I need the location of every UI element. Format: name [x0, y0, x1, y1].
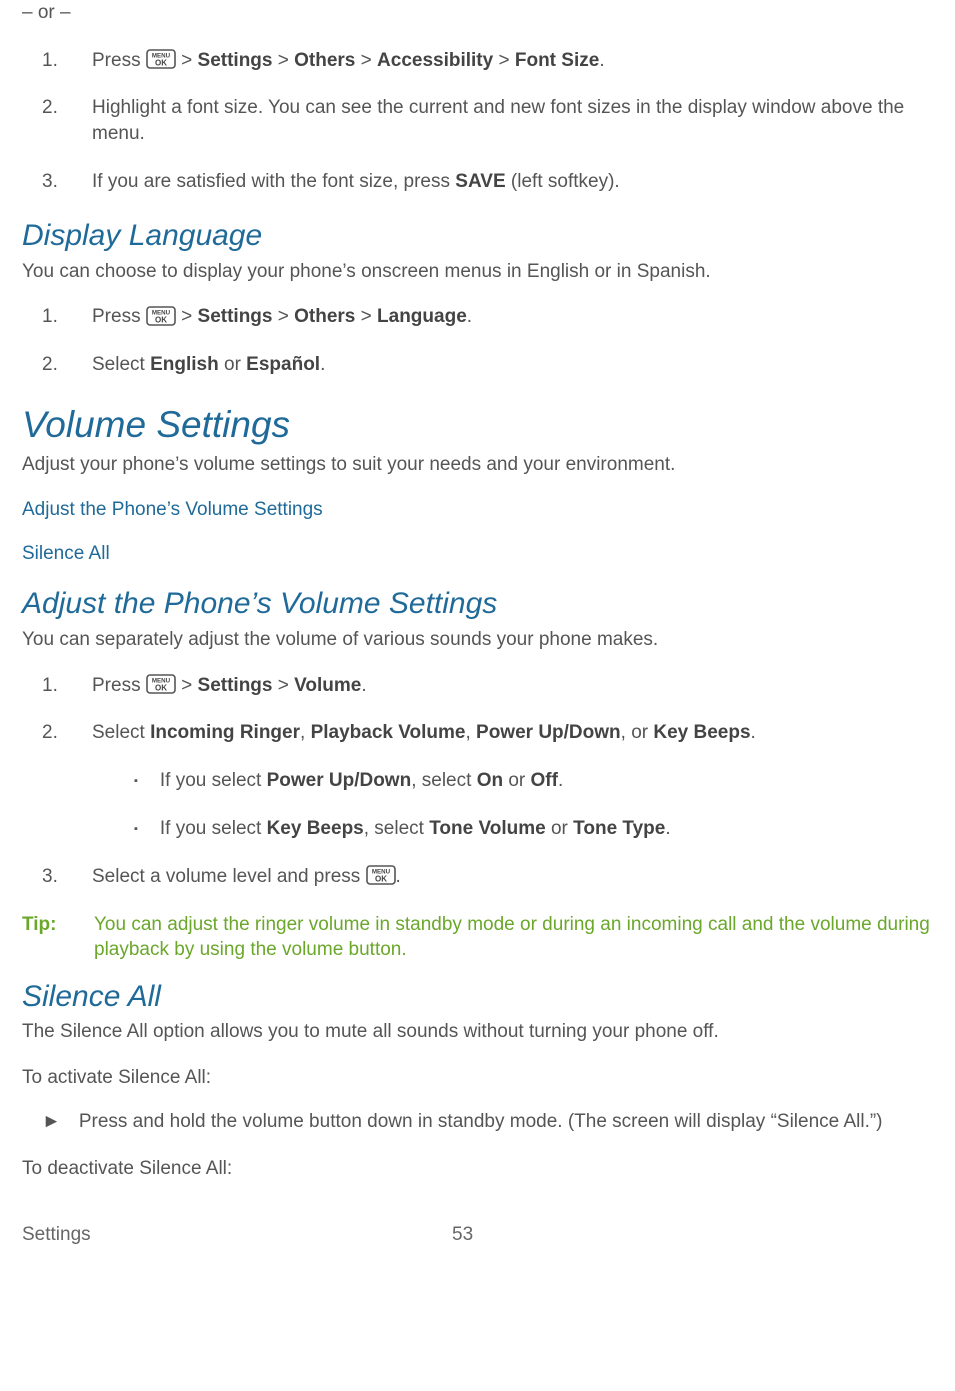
display-language-intro: You can choose to display your phone’s o… — [22, 259, 933, 285]
heading-silence-all: Silence All — [22, 977, 933, 1018]
page-footer: Settings 53 — [22, 1222, 933, 1248]
link-silence-all[interactable]: Silence All — [22, 541, 933, 567]
step-1: 1. Press > Settings > Others > Language. — [42, 304, 933, 330]
bullet-icon: ▪ — [134, 816, 138, 842]
adjust-volume-steps: 1. Press > Settings > Volume. 2. Select … — [42, 673, 933, 890]
step-text: Select English or Español. — [92, 352, 933, 378]
heading-display-language: Display Language — [22, 216, 933, 257]
tip-callout: Tip: You can adjust the ringer volume in… — [22, 912, 933, 963]
font-size-steps: 1. Press > Settings > Others > Accessibi… — [42, 48, 933, 195]
step-2: 2. Select Incoming Ringer, Playback Volu… — [42, 720, 933, 842]
bullet-icon: ▪ — [134, 768, 138, 794]
sub-text: If you select Power Up/Down, select On o… — [160, 768, 563, 794]
adjust-volume-intro: You can separately adjust the volume of … — [22, 627, 933, 653]
sub-text: If you select Key Beeps, select Tone Vol… — [160, 816, 671, 842]
heading-volume-settings: Volume Settings — [22, 400, 933, 450]
sub-item: ▪ If you select Power Up/Down, select On… — [134, 768, 933, 794]
activate-label: To activate Silence All: — [22, 1065, 933, 1091]
display-language-steps: 1. Press > Settings > Others > Language.… — [42, 304, 933, 377]
arrow-text: Press and hold the volume button down in… — [79, 1109, 883, 1135]
tip-label: Tip: — [22, 912, 62, 963]
footer-section: Settings — [22, 1222, 452, 1248]
activate-steps: ► Press and hold the volume button down … — [42, 1109, 933, 1135]
footer-page-number: 53 — [452, 1222, 473, 1248]
step-1: 1. Press > Settings > Volume. — [42, 673, 933, 699]
step-number: 2. — [42, 95, 62, 146]
step-text: Press > Settings > Others > Language. — [92, 304, 933, 330]
step-text: Highlight a font size. You can see the c… — [92, 95, 933, 146]
sub-item: ▪ If you select Key Beeps, select Tone V… — [134, 816, 933, 842]
step-text: Select Incoming Ringer, Playback Volume,… — [92, 720, 933, 842]
step-2: 2. Highlight a font size. You can see th… — [42, 95, 933, 146]
step-3: 3. Select a volume level and press . — [42, 864, 933, 890]
step-number: 1. — [42, 673, 62, 699]
menu-ok-key-icon — [146, 49, 176, 69]
step-number: 3. — [42, 864, 62, 890]
menu-ok-key-icon — [146, 674, 176, 694]
heading-adjust-volume: Adjust the Phone’s Volume Settings — [22, 584, 933, 625]
step-number: 2. — [42, 352, 62, 378]
step-number: 2. — [42, 720, 62, 842]
menu-ok-key-icon — [146, 306, 176, 326]
link-adjust-volume[interactable]: Adjust the Phone’s Volume Settings — [22, 497, 933, 523]
sub-options: ▪ If you select Power Up/Down, select On… — [134, 768, 933, 842]
step-1: 1. Press > Settings > Others > Accessibi… — [42, 48, 933, 74]
tip-text: You can adjust the ringer volume in stan… — [94, 912, 933, 963]
step-3: 3. If you are satisfied with the font si… — [42, 169, 933, 195]
arrow-item: ► Press and hold the volume button down … — [42, 1109, 933, 1135]
step-text: Select a volume level and press . — [92, 864, 933, 890]
deactivate-label: To deactivate Silence All: — [22, 1156, 933, 1182]
step-text: Press > Settings > Volume. — [92, 673, 933, 699]
menu-ok-key-icon — [366, 865, 396, 885]
step-text: Press > Settings > Others > Accessibilit… — [92, 48, 933, 74]
step-number: 1. — [42, 304, 62, 330]
arrow-icon: ► — [42, 1109, 61, 1135]
volume-settings-intro: Adjust your phone’s volume settings to s… — [22, 452, 933, 478]
step-number: 3. — [42, 169, 62, 195]
step-number: 1. — [42, 48, 62, 74]
step-2: 2. Select English or Español. — [42, 352, 933, 378]
or-divider: – or – — [22, 0, 933, 26]
step-text: If you are satisfied with the font size,… — [92, 169, 933, 195]
silence-all-intro: The Silence All option allows you to mut… — [22, 1019, 933, 1045]
